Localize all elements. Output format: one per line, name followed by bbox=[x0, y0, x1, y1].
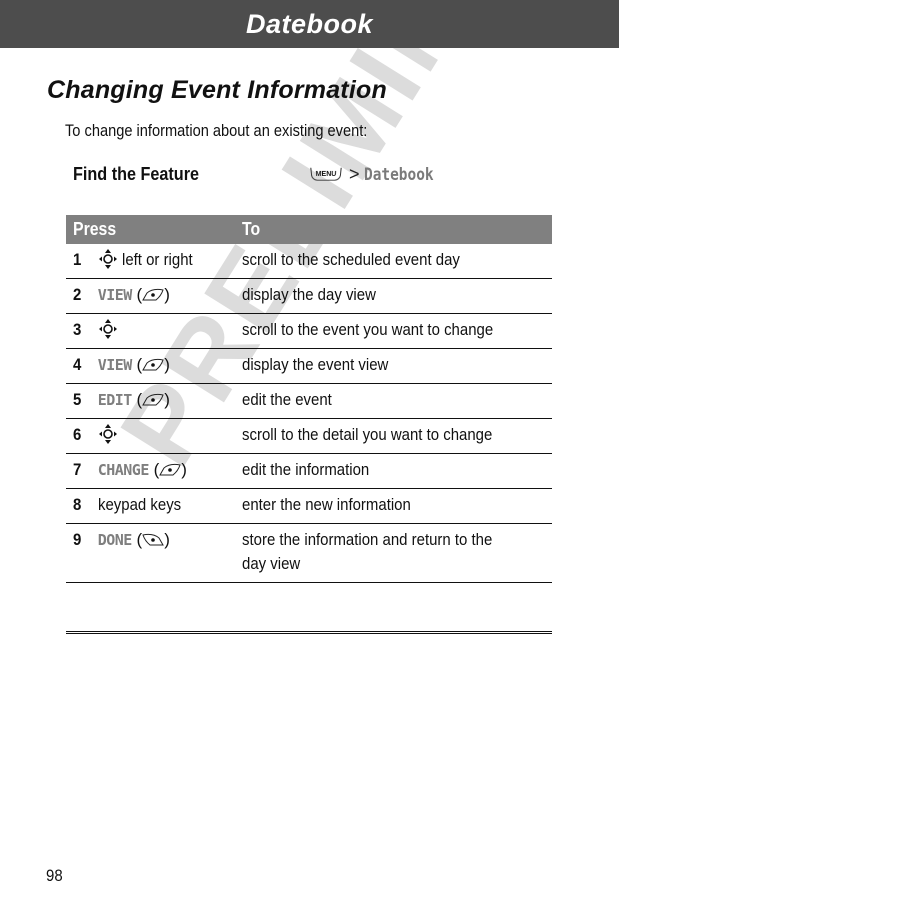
table-header-row: Press To bbox=[66, 215, 552, 244]
press-text: keypad keys bbox=[97, 495, 181, 514]
step-press bbox=[97, 418, 242, 454]
table-row: 2 VIEW () display the day view bbox=[66, 278, 552, 314]
menu-path-item: Datebook bbox=[363, 164, 434, 185]
left-soft-key-icon bbox=[142, 533, 165, 546]
step-press: keypad keys bbox=[97, 488, 242, 524]
step-number: 4 bbox=[66, 348, 98, 384]
step-description: store the information and return to the … bbox=[242, 523, 552, 583]
nav-key-icon bbox=[98, 319, 117, 339]
step-press: left or right bbox=[97, 244, 242, 279]
right-soft-key-icon bbox=[142, 393, 164, 406]
step-press: EDIT () bbox=[97, 383, 242, 419]
table-row: 7 CHANGE () edit the information bbox=[66, 453, 552, 489]
soft-key-label: VIEW bbox=[97, 356, 133, 374]
soft-key-label: EDIT bbox=[97, 391, 133, 409]
soft-key-label: CHANGE bbox=[97, 461, 150, 479]
soft-key-label: DONE bbox=[97, 531, 133, 549]
step-press bbox=[97, 313, 242, 349]
steps-table: Press To 1 left or right scroll to the sc… bbox=[66, 215, 552, 583]
right-soft-key-icon bbox=[159, 463, 181, 476]
table-row: 3 scroll to the event you want to change bbox=[66, 313, 552, 349]
step-description: edit the event bbox=[242, 383, 552, 419]
step-number: 2 bbox=[66, 278, 98, 314]
press-column-header: Press bbox=[66, 215, 242, 244]
step-description: display the day view bbox=[242, 278, 552, 314]
right-soft-key-icon bbox=[142, 358, 164, 371]
step-description: scroll to the scheduled event day bbox=[242, 244, 552, 279]
page-number: 98 bbox=[46, 866, 63, 885]
step-press: CHANGE () bbox=[97, 453, 242, 489]
menu-key-icon: MENU bbox=[310, 167, 342, 181]
soft-key-label: VIEW bbox=[97, 286, 133, 304]
step-description: scroll to the event you want to change bbox=[242, 313, 552, 349]
press-text: left or right bbox=[122, 250, 194, 269]
step-press: VIEW () bbox=[97, 278, 242, 314]
step-number: 3 bbox=[66, 313, 98, 349]
chapter-title: Datebook bbox=[245, 8, 374, 39]
chapter-header-bar: Datebook bbox=[0, 0, 619, 48]
nav-key-icon bbox=[98, 424, 117, 444]
step-press: DONE () bbox=[97, 523, 242, 583]
nav-key-icon bbox=[98, 249, 117, 269]
table-row: 9 DONE () store the information and return… bbox=[66, 523, 552, 583]
step-description: display the event view bbox=[242, 348, 552, 384]
step-press: VIEW () bbox=[97, 348, 242, 384]
to-column-header: To bbox=[242, 215, 552, 244]
step-description: edit the information bbox=[242, 453, 552, 489]
find-feature-label: Find the Feature bbox=[73, 164, 200, 184]
step-number: 8 bbox=[66, 488, 98, 524]
table-row: 1 left or right scroll to the scheduled e… bbox=[66, 244, 552, 279]
step-description: enter the new information bbox=[242, 488, 552, 524]
step-number: 6 bbox=[66, 418, 98, 454]
table-row: 6 scroll to the detail you want to chang… bbox=[66, 418, 552, 454]
right-soft-key-icon bbox=[142, 288, 164, 301]
table-row: 4 VIEW () display the event view bbox=[66, 348, 552, 384]
intro-text: To change information about an existing … bbox=[65, 121, 368, 140]
step-number: 5 bbox=[66, 383, 98, 419]
step-number: 7 bbox=[66, 453, 98, 489]
table-end-rule bbox=[66, 631, 552, 634]
table-row: 5 EDIT () edit the event bbox=[66, 383, 552, 419]
menu-path-separator: > bbox=[349, 164, 360, 184]
step-number: 9 bbox=[66, 523, 98, 583]
table-row: 8 keypad keys enter the new information bbox=[66, 488, 552, 524]
step-description: scroll to the detail you want to change bbox=[242, 418, 552, 454]
find-the-feature: Find the Feature MENU > Datebook bbox=[73, 164, 445, 185]
step-number: 1 bbox=[66, 244, 98, 279]
section-title: Changing Event Information bbox=[47, 76, 387, 104]
